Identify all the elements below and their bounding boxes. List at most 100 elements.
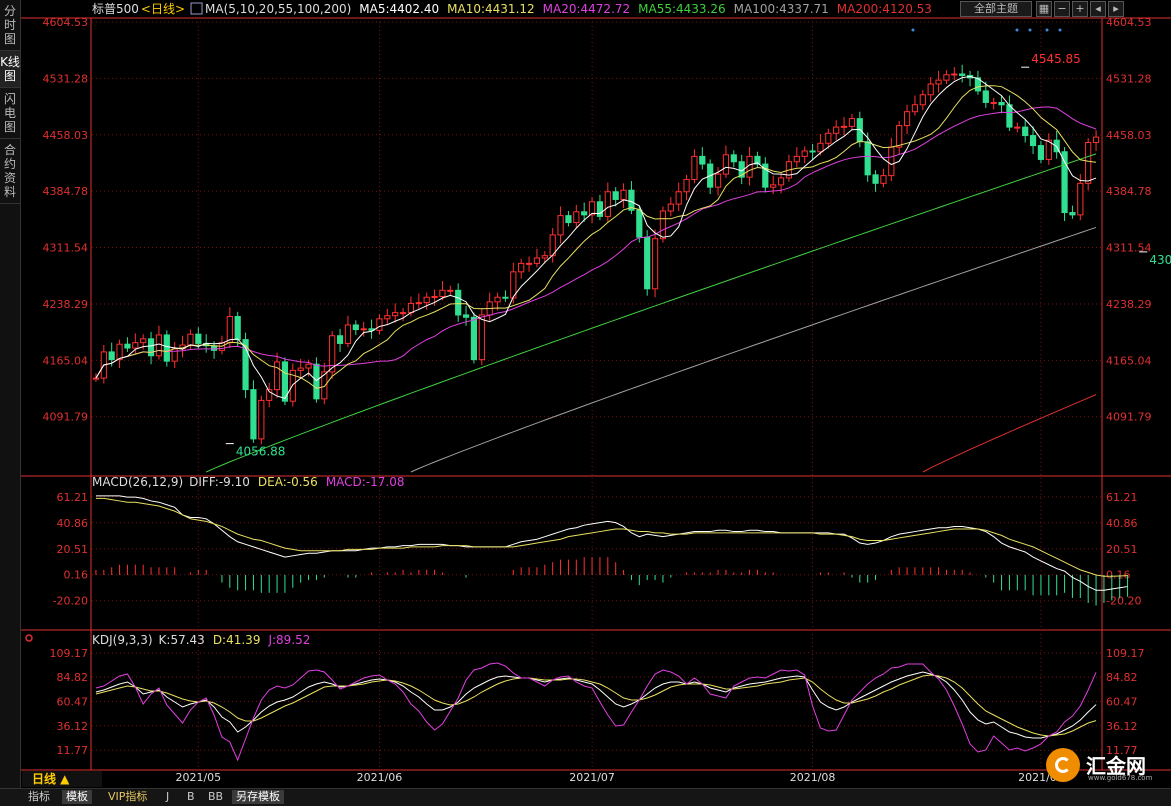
candle-body[interactable] bbox=[336, 335, 344, 344]
candle-body[interactable] bbox=[155, 334, 163, 357]
bottom-tab-save-template[interactable]: 另存模板 bbox=[232, 790, 284, 804]
candle-body[interactable] bbox=[903, 111, 911, 127]
candle-body[interactable] bbox=[124, 343, 131, 349]
candle-body[interactable] bbox=[541, 255, 548, 259]
candle-body[interactable] bbox=[651, 238, 659, 290]
candle-body[interactable] bbox=[258, 399, 265, 440]
candle-body[interactable] bbox=[667, 203, 674, 212]
ma-chart-icon[interactable] bbox=[190, 2, 203, 15]
candle-body[interactable] bbox=[777, 177, 785, 186]
candle-body[interactable] bbox=[423, 296, 430, 304]
candle-body[interactable] bbox=[1029, 135, 1037, 147]
candle-body[interactable] bbox=[864, 141, 871, 176]
candle-body[interactable] bbox=[959, 73, 966, 77]
candle-body[interactable] bbox=[108, 351, 115, 361]
bottom-tab-j[interactable]: J bbox=[162, 790, 173, 804]
candle-body[interactable] bbox=[848, 118, 856, 127]
candle-body[interactable] bbox=[494, 296, 501, 303]
candle-body[interactable] bbox=[455, 289, 462, 316]
candle-body[interactable] bbox=[911, 104, 919, 113]
candle-body[interactable] bbox=[92, 377, 100, 380]
candle-body[interactable] bbox=[557, 215, 564, 236]
candle-body[interactable] bbox=[195, 333, 202, 344]
candle-body[interactable] bbox=[1085, 142, 1092, 184]
candle-body[interactable] bbox=[793, 155, 800, 163]
candle-body[interactable] bbox=[1014, 126, 1021, 129]
candle-body[interactable] bbox=[620, 189, 627, 200]
candle-body[interactable] bbox=[502, 296, 509, 299]
candle-body[interactable] bbox=[439, 289, 446, 297]
period-tag[interactable]: 日线 ▲ bbox=[22, 771, 102, 787]
candle-body[interactable] bbox=[683, 178, 690, 193]
candle-body[interactable] bbox=[825, 132, 832, 144]
candle-body[interactable] bbox=[833, 126, 840, 134]
candle-body[interactable] bbox=[935, 79, 942, 85]
candle-body[interactable] bbox=[896, 125, 903, 148]
candle-body[interactable] bbox=[1092, 136, 1100, 144]
candle-body[interactable] bbox=[518, 262, 525, 273]
chart-stage[interactable]: 4604.53 4604.53 4531.28 4531.28 4458.03 4458.… bbox=[0, 0, 1171, 806]
candle-body[interactable] bbox=[415, 302, 422, 305]
candle-body[interactable] bbox=[801, 150, 808, 157]
event-dot[interactable] bbox=[911, 28, 915, 32]
candle-body[interactable] bbox=[919, 94, 926, 106]
candle-body[interactable] bbox=[730, 154, 737, 163]
candle-body[interactable] bbox=[982, 90, 989, 103]
candle-body[interactable] bbox=[360, 328, 367, 331]
candle-body[interactable] bbox=[880, 175, 887, 184]
minus-icon[interactable]: − bbox=[1054, 1, 1070, 17]
candle-body[interactable] bbox=[856, 118, 863, 143]
bottom-tab-template[interactable]: 模板 bbox=[62, 790, 92, 804]
candle-body[interactable] bbox=[927, 83, 934, 96]
event-dot[interactable] bbox=[1058, 28, 1062, 32]
candle-body[interactable] bbox=[462, 314, 470, 318]
candle-body[interactable] bbox=[840, 125, 848, 128]
candle-body[interactable] bbox=[234, 315, 241, 341]
bottom-tab-bb[interactable]: BB bbox=[204, 790, 227, 804]
candle-body[interactable] bbox=[352, 324, 359, 331]
candle-body[interactable] bbox=[1006, 104, 1013, 128]
candle-body[interactable] bbox=[1037, 145, 1045, 160]
candle-body[interactable] bbox=[809, 150, 816, 153]
candle-body[interactable] bbox=[659, 210, 667, 240]
event-dot[interactable] bbox=[1028, 28, 1032, 32]
candle-body[interactable] bbox=[565, 215, 572, 224]
bottom-tab-b[interactable]: B bbox=[183, 790, 199, 804]
plus-icon[interactable]: + bbox=[1072, 1, 1088, 17]
candle-body[interactable] bbox=[699, 155, 706, 165]
candle-body[interactable] bbox=[636, 209, 643, 238]
candle-body[interactable] bbox=[573, 211, 580, 224]
candle-body[interactable] bbox=[1069, 212, 1076, 216]
candle-body[interactable] bbox=[888, 146, 895, 177]
candle-body[interactable] bbox=[604, 191, 611, 217]
side-tab-contract[interactable]: 合约资料 bbox=[0, 139, 20, 204]
event-dot[interactable] bbox=[1015, 28, 1019, 32]
grid-icon[interactable]: ▦ bbox=[1036, 1, 1052, 17]
candle-body[interactable] bbox=[817, 142, 824, 153]
bottom-tab-indicator[interactable]: 指标 bbox=[24, 790, 54, 804]
candle-body[interactable] bbox=[140, 338, 147, 344]
candle-body[interactable] bbox=[478, 314, 485, 361]
candle-body[interactable] bbox=[644, 236, 651, 290]
candle-body[interactable] bbox=[872, 174, 879, 184]
candle-body[interactable] bbox=[210, 345, 218, 351]
candle-body[interactable] bbox=[226, 315, 233, 344]
left-icon[interactable]: ◂ bbox=[1090, 1, 1106, 17]
candle-body[interactable] bbox=[344, 324, 352, 344]
candle-body[interactable] bbox=[990, 101, 997, 104]
side-tab-timeshare[interactable]: 分时图 bbox=[0, 0, 20, 51]
candle-body[interactable] bbox=[447, 289, 454, 292]
side-tab-kline[interactable]: K线图 bbox=[0, 51, 20, 88]
candle-body[interactable] bbox=[250, 389, 257, 440]
kdj-settings-icon[interactable] bbox=[25, 634, 33, 642]
chart-svg[interactable]: 4604.53 4604.53 4531.28 4531.28 4458.03 4458.… bbox=[0, 0, 1171, 805]
candle-body[interactable] bbox=[163, 334, 170, 362]
candle-body[interactable] bbox=[998, 101, 1005, 106]
candle-body[interactable] bbox=[297, 367, 304, 371]
theme-button[interactable]: 全部主题 bbox=[960, 1, 1032, 17]
candle-body[interactable] bbox=[407, 302, 415, 314]
candle-body[interactable] bbox=[1077, 182, 1084, 216]
candle-body[interactable] bbox=[581, 211, 588, 216]
candle-body[interactable] bbox=[384, 315, 391, 320]
side-tab-flash[interactable]: 闪电图 bbox=[0, 88, 20, 139]
